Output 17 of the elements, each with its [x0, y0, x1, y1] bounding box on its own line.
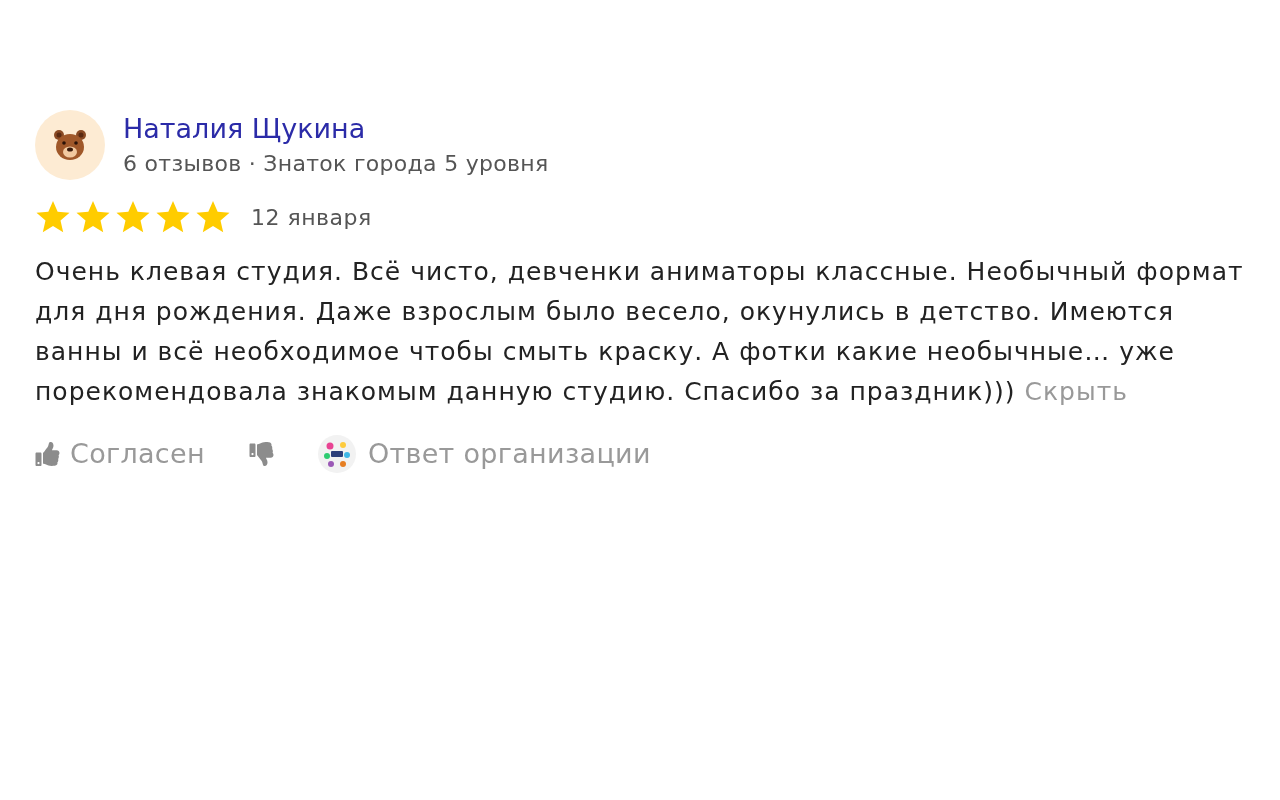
star-icon	[195, 200, 231, 235]
star-icon	[75, 200, 111, 235]
hide-link[interactable]: Скрыть	[1024, 377, 1128, 406]
bear-avatar	[35, 110, 105, 180]
star-icon	[155, 200, 191, 235]
organization-reply-button[interactable]: Ответ организации	[317, 434, 651, 474]
review-text: Очень клевая студия. Всё чисто, девченки аниматоры классные. Необычный формат для дня рождения. Даже взрослым было весело, окунулись в детство. Имеются ванны и всё необходимое чтобы смыть краску. А фотки какие необычные… уже порекомендовала знакомым данную студию. Спасибо за праздник))) Скрыть	[35, 256, 1245, 408]
star-icon	[35, 200, 71, 235]
star-icon	[115, 200, 151, 235]
thumbs-down-icon	[248, 442, 274, 466]
thumbs-up-icon	[35, 442, 60, 466]
organization-logo-icon	[317, 435, 356, 473]
author-name[interactable]: Наталия Щукина	[123, 112, 549, 144]
agree-button[interactable]: Согласен	[35, 434, 205, 474]
author-info: 6 отзывов · Знаток города 5 уровня	[123, 149, 549, 178]
dislike-button[interactable]	[248, 442, 274, 466]
review-date: 12 января	[251, 203, 372, 232]
